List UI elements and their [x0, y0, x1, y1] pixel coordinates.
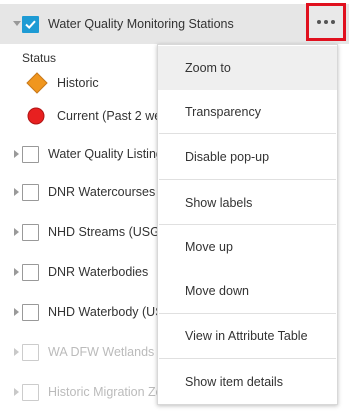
caret-right-icon[interactable]: [12, 386, 22, 398]
layer-label: WA DFW Wetlands: [48, 345, 155, 359]
caret-right-icon[interactable]: [12, 346, 22, 358]
layer-checkbox[interactable]: [22, 383, 39, 401]
layer-checkbox[interactable]: [22, 145, 39, 163]
caret-right-icon[interactable]: [12, 148, 22, 160]
layer-checkbox[interactable]: [22, 223, 39, 241]
menu-item-move-down[interactable]: Move down: [158, 269, 337, 313]
circle-symbol-icon: [27, 107, 45, 125]
menu-divider: [159, 179, 336, 180]
menu-divider: [159, 358, 336, 359]
menu-item-show-item-details[interactable]: Show item details: [158, 360, 337, 404]
menu-item-show-labels[interactable]: Show labels: [158, 181, 337, 225]
caret-right-icon[interactable]: [12, 306, 22, 318]
layer-checkbox[interactable]: [22, 183, 39, 201]
caret-right-icon[interactable]: [12, 266, 22, 278]
menu-item-move-up[interactable]: Move up: [158, 225, 337, 269]
layer-label: DNR Watercourses: [48, 185, 156, 199]
layer-checkbox[interactable]: [22, 343, 39, 361]
menu-item-zoom-to[interactable]: Zoom to: [158, 46, 337, 90]
ellipsis-icon: [317, 20, 335, 24]
layer-label: Water Quality Monitoring Stations: [48, 17, 234, 31]
layer-options-menu: Zoom to Transparency Disable pop-up Show…: [157, 44, 338, 405]
caret-down-icon[interactable]: [12, 18, 22, 30]
layer-label: Water Quality Listings: [48, 147, 170, 161]
legend-label: Historic: [57, 76, 99, 90]
legend-title: Status: [22, 51, 57, 65]
layer-options-button[interactable]: [306, 3, 346, 41]
caret-right-icon[interactable]: [12, 226, 22, 238]
layer-checkbox[interactable]: [22, 303, 39, 321]
menu-item-transparency[interactable]: Transparency: [158, 90, 337, 134]
layer-checkbox[interactable]: [22, 263, 39, 281]
diamond-symbol-icon: [26, 72, 48, 94]
layer-checkbox[interactable]: [22, 15, 39, 33]
menu-item-view-attribute-table[interactable]: View in Attribute Table: [158, 314, 337, 358]
menu-divider: [159, 133, 336, 134]
layer-label: DNR Waterbodies: [48, 265, 149, 279]
caret-right-icon[interactable]: [12, 186, 22, 198]
layer-row-water-quality-monitoring-stations[interactable]: Water Quality Monitoring Stations: [0, 4, 349, 44]
check-icon: [25, 20, 36, 29]
menu-item-disable-popup[interactable]: Disable pop-up: [158, 135, 337, 179]
layer-label: NHD Streams (USGS): [48, 225, 173, 239]
